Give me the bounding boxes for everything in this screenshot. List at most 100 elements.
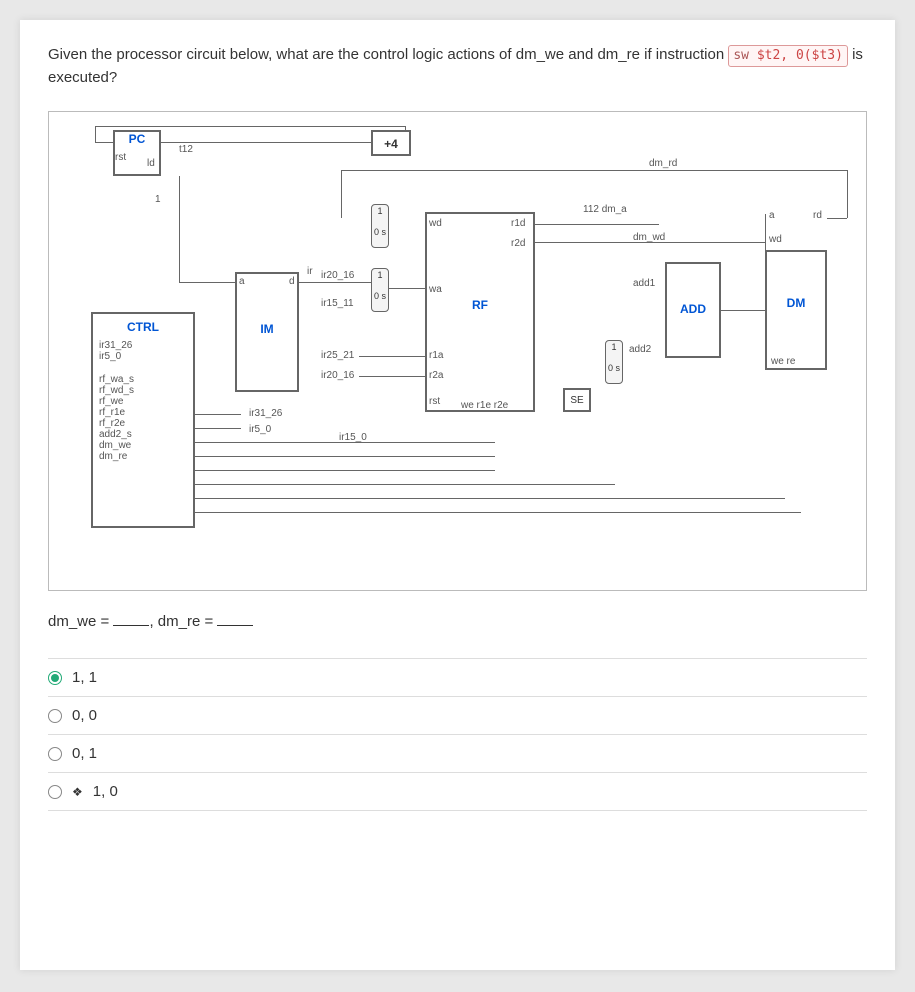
wire (341, 170, 342, 218)
block-dm: DM (765, 250, 827, 370)
dm-we-re: we re (771, 356, 795, 367)
block-im: IM (235, 272, 299, 392)
mux-zero-s: 0 s (372, 291, 388, 302)
block-add: ADD (665, 262, 721, 358)
block-plus4: +4 (371, 130, 411, 156)
rf-r1d: r1d (511, 218, 525, 229)
dma-label: 112 dm_a (583, 204, 627, 215)
radio-icon[interactable] (48, 671, 62, 685)
option-1-0[interactable]: ❖ 1, 0 (48, 772, 867, 811)
bits-ir31-26: ir31_26 (249, 408, 282, 419)
block-se: SE (563, 388, 591, 412)
bits-ir5-0: ir5_0 (249, 424, 271, 435)
question-text: Given the processor circuit below, what … (48, 44, 867, 89)
wire (95, 126, 96, 142)
wire (95, 142, 113, 143)
rf-r1a: r1a (429, 350, 443, 361)
processor-diagram: PC rst ld 1 +4 t12 IM a d ir CTRL ir31_2… (48, 111, 867, 591)
ctrl-out-2: rf_we (99, 396, 187, 407)
im-ir: ir (307, 266, 313, 277)
add-label: ADD (667, 302, 719, 316)
wire (359, 376, 425, 377)
bits-ir15-11: ir15_11 (321, 298, 354, 309)
bits-ir25-21: ir25_21 (321, 350, 354, 361)
add1-label: add1 (633, 278, 655, 289)
wire (195, 456, 495, 457)
add2-label: add2 (629, 344, 651, 355)
option-1-1[interactable]: 1, 1 (48, 658, 867, 696)
mux-wa: 1 0 s (371, 268, 389, 312)
wire (195, 498, 785, 499)
rf-label: RF (427, 298, 533, 312)
ctrl-out-6: dm_we (99, 440, 187, 451)
radio-icon[interactable] (48, 709, 62, 723)
wire (195, 484, 615, 485)
question-pre: Given the processor circuit below, what … (48, 46, 728, 63)
block-ctrl: CTRL ir31_26 ir5_0 rf_wa_s rf_wd_s rf_we… (91, 312, 195, 528)
option-label: 0, 1 (72, 745, 97, 762)
wire (341, 170, 847, 171)
dm-rd-port: rd (813, 210, 822, 221)
ctrl-label: CTRL (99, 320, 187, 334)
im-d: d (289, 276, 295, 287)
radio-icon[interactable] (48, 747, 62, 761)
wire (195, 512, 801, 513)
rf-wa: wa (429, 284, 442, 295)
dm-rd-net: dm_rd (649, 158, 677, 169)
bits-ir20-16b: ir20_16 (321, 370, 354, 381)
rf-ctrl: we r1e r2e (461, 400, 508, 411)
ctrl-out-0: rf_wa_s (99, 374, 187, 385)
ctrl-out-3: rf_r1e (99, 407, 187, 418)
option-0-0[interactable]: 0, 0 (48, 696, 867, 734)
ctrl-out-1: rf_wd_s (99, 385, 187, 396)
blank-1 (113, 612, 149, 626)
cursor-icon: ❖ (72, 785, 83, 799)
wire (95, 126, 405, 127)
page-card: Given the processor circuit below, what … (20, 20, 895, 970)
wire (179, 282, 235, 283)
option-0-1[interactable]: 0, 1 (48, 734, 867, 772)
instruction-code: sw $t2, 0($t3) (728, 45, 848, 67)
wire (765, 214, 766, 250)
wire (827, 218, 847, 219)
wire (179, 176, 180, 282)
im-a: a (239, 276, 245, 287)
instruction-keyword: sw (733, 48, 749, 63)
wire (195, 470, 495, 471)
instruction-operands: $t2, 0($t3) (757, 48, 843, 63)
im-label: IM (237, 322, 297, 336)
mux-zero-s: 0 s (372, 227, 388, 238)
radio-icon[interactable] (48, 785, 62, 799)
dm-label: DM (767, 296, 825, 310)
answer-lhs: dm_we = (48, 613, 113, 630)
pc-tap1: 1 (155, 194, 161, 205)
wire (721, 310, 765, 311)
mux-add2: 1 0 s (605, 340, 623, 384)
wire (195, 414, 241, 415)
answer-mid: , dm_re = (149, 613, 217, 630)
mux-one: 1 (372, 270, 388, 281)
ctrl-in2: ir5_0 (99, 351, 187, 362)
rf-rst: rst (429, 396, 440, 407)
ctrl-out-7: dm_re (99, 451, 187, 462)
blank-2 (217, 612, 253, 626)
wire (389, 288, 425, 289)
mux-one: 1 (372, 206, 388, 217)
pc-rst: rst (115, 152, 126, 163)
mux-zero-s: 0 s (606, 363, 622, 374)
option-label: 0, 0 (72, 707, 97, 724)
wire (195, 428, 241, 429)
rf-wd: wd (429, 218, 442, 229)
rf-r2d: r2d (511, 238, 525, 249)
wire (405, 126, 406, 132)
pc-ld: ld (147, 158, 155, 169)
mux-wd: 1 0 s (371, 204, 389, 248)
bits-ir20-16: ir20_16 (321, 270, 354, 281)
ctrl-out-4: rf_r2e (99, 418, 187, 429)
wire (847, 170, 848, 218)
pc-label: PC (129, 132, 146, 146)
wire (535, 242, 765, 243)
mux-one: 1 (606, 342, 622, 353)
wire (535, 224, 659, 225)
ctrl-in1: ir31_26 (99, 340, 187, 351)
